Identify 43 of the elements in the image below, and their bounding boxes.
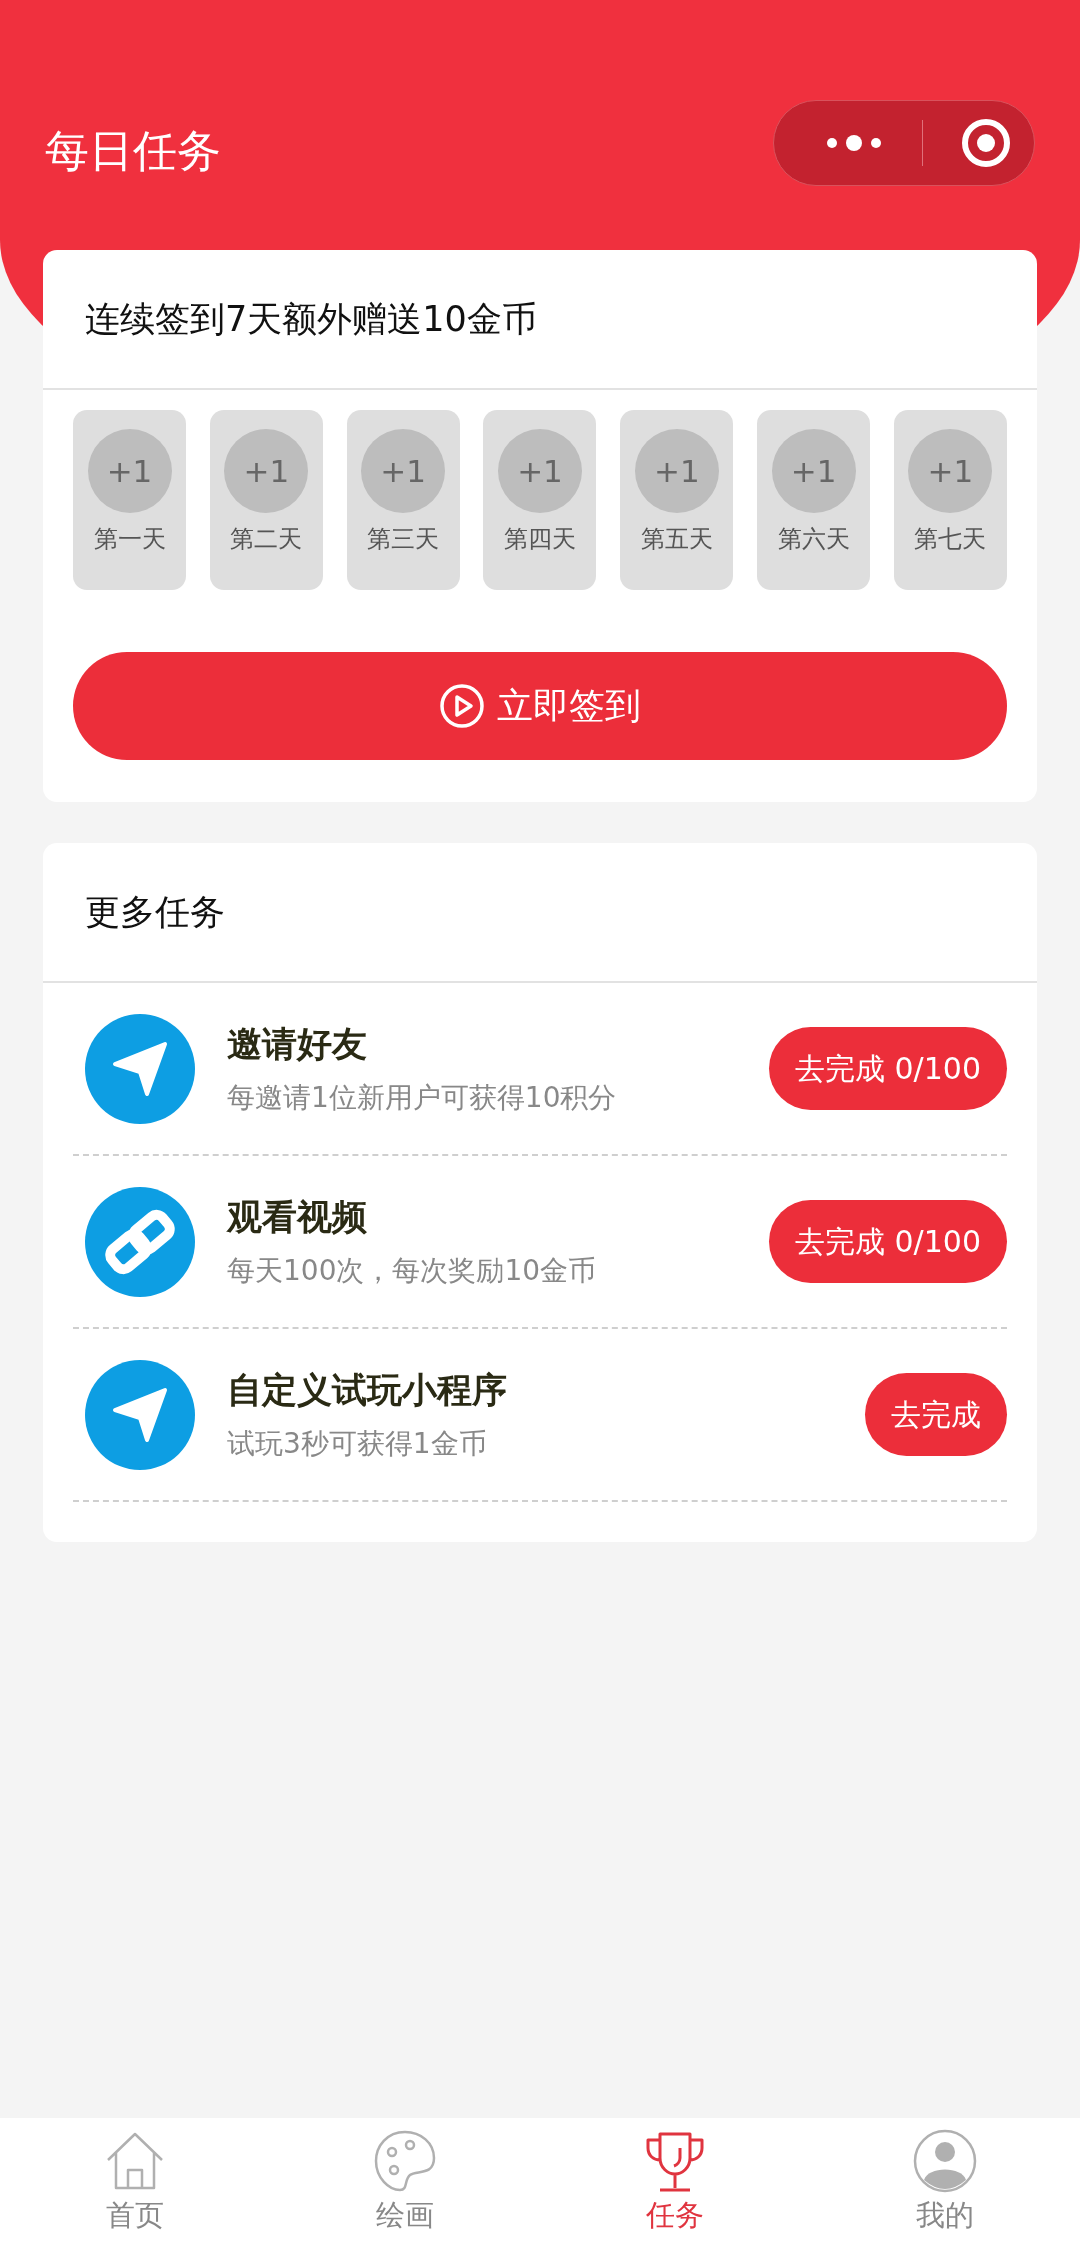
- play-icon: [439, 683, 485, 729]
- user-avatar-icon: [912, 2128, 978, 2194]
- more-icon[interactable]: [824, 133, 884, 153]
- task-title: 邀请好友: [227, 1023, 368, 1067]
- day-label: 第四天: [504, 524, 576, 555]
- link-icon: [85, 1186, 195, 1297]
- task-description: 试玩3秒可获得1金币: [227, 1425, 488, 1462]
- reward-badge: +1: [498, 429, 582, 513]
- reward-badge: +1: [87, 429, 172, 513]
- complete-button[interactable]: 去完成 0/100: [769, 1027, 1007, 1110]
- reward-badge: +1: [361, 429, 446, 513]
- page-title: 每日任务: [45, 124, 221, 178]
- close-target-icon[interactable]: [961, 118, 1011, 168]
- day-label: 第六天: [777, 524, 850, 555]
- task-title: 自定义试玩小程序: [227, 1369, 508, 1413]
- palette-icon: [372, 2128, 438, 2194]
- day-label: 第一天: [93, 524, 166, 555]
- tab-label: 任务: [646, 2197, 704, 2234]
- reward-badge: +1: [908, 429, 993, 513]
- day-label: 第五天: [640, 524, 713, 555]
- tab-item[interactable]: 首页: [0, 2118, 270, 2262]
- task-title: 观看视频: [227, 1196, 368, 1240]
- day-label: 第三天: [367, 524, 440, 555]
- signin-title: 连续签到7天额外赠送10金币: [85, 297, 537, 341]
- paper-plane-icon: [85, 1359, 195, 1470]
- complete-button[interactable]: 去完成: [865, 1373, 1007, 1456]
- day-label: 第二天: [230, 524, 303, 555]
- day-label: 第七天: [914, 524, 987, 555]
- tab-label: 绘画: [376, 2197, 434, 2234]
- tab-item[interactable]: 我的: [810, 2118, 1080, 2262]
- tab-item[interactable]: 绘画: [270, 2118, 540, 2262]
- section-title: 更多任务: [85, 890, 225, 934]
- tab-label: 首页: [106, 2197, 164, 2234]
- tab-item[interactable]: 任务: [540, 2118, 810, 2262]
- paper-plane-icon: [85, 1013, 195, 1124]
- reward-badge: +1: [771, 429, 856, 513]
- signin-button[interactable]: 立即签到: [73, 652, 1007, 760]
- task-description: 每天100次，每次奖励10金币: [227, 1252, 598, 1289]
- reward-badge: +1: [224, 429, 309, 513]
- task-description: 每邀请1位新用户可获得10积分: [227, 1079, 618, 1116]
- complete-button[interactable]: 去完成 0/100: [769, 1200, 1007, 1283]
- reward-badge: +1: [634, 429, 719, 513]
- tab-label: 我的: [916, 2197, 974, 2234]
